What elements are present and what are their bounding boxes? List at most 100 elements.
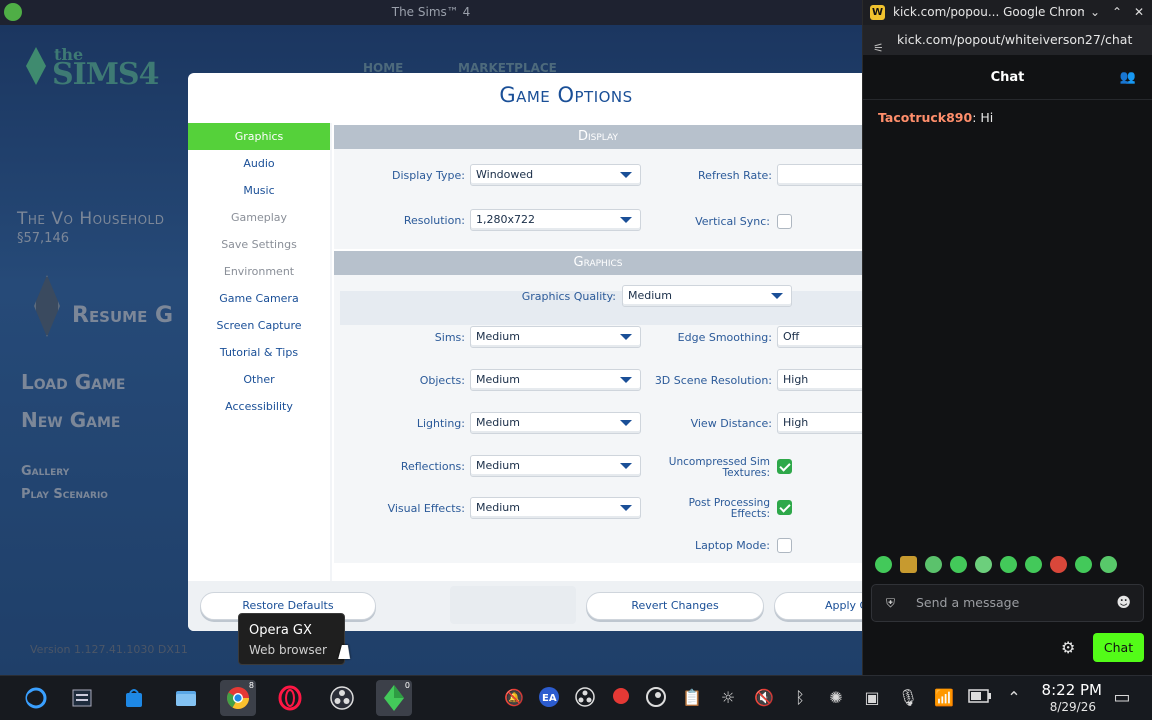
load-game-button[interactable]: Load Game [21,370,125,394]
scene-resolution-label: 3D Scene Resolution: [654,374,772,387]
maximize-icon[interactable]: ⌃ [1106,0,1128,25]
objects-value: Medium [476,373,520,386]
battery-icon[interactable] [968,686,992,710]
emote-bar [873,556,1143,576]
view-distance-dropdown[interactable]: High [777,412,862,434]
category-save-settings: Save Settings [221,238,297,251]
visual-effects-dropdown[interactable]: Medium [470,497,641,519]
emote-icon[interactable] [1100,556,1117,573]
microphone-icon[interactable]: 🎙 [896,686,920,710]
category-music[interactable]: Music [188,177,330,204]
gear-icon[interactable]: ⚙ [1061,638,1075,657]
objects-label: Objects: [419,374,465,387]
emote-icon[interactable] [900,556,917,573]
sd-card-icon[interactable]: ▣ [860,686,884,710]
svg-text:EA: EA [542,693,557,704]
category-game-camera[interactable]: Game Camera [188,285,330,312]
apply-changes-button[interactable]: Apply C [774,592,862,620]
revert-changes-button[interactable]: Revert Changes [586,592,764,620]
lighting-dropdown[interactable]: Medium [470,412,641,434]
laptop-mode-checkbox[interactable] [777,538,792,553]
file-manager-icon[interactable] [168,680,204,716]
clock-time[interactable]: 8:22 PM [1036,681,1102,699]
close-icon[interactable]: ✕ [1128,0,1150,25]
graphics-quality-dropdown[interactable]: Medium [622,285,792,307]
users-icon[interactable]: 👥 [1120,55,1136,100]
chevron-down-icon[interactable]: ⌄ [1084,0,1106,25]
category-other[interactable]: Other [188,366,330,393]
obs-tray-icon[interactable] [573,686,597,710]
category-audio[interactable]: Audio [188,150,330,177]
category-tutorial-tips[interactable]: Tutorial & Tips [188,339,330,366]
refresh-rate-dropdown[interactable] [777,164,862,186]
scene-resolution-dropdown[interactable]: High [777,369,862,391]
settings-app-icon[interactable] [64,680,100,716]
resume-game-button[interactable]: Resume G [72,303,173,328]
emote-icon[interactable] [925,556,942,573]
chat-username[interactable]: Tacotruck890 [878,110,972,125]
post-processing-checkbox[interactable] [777,500,792,515]
address-bar[interactable]: ⚟ kick.com/popout/whiteiverson27/chat [863,25,1152,55]
volume-muted-icon[interactable]: 🔇 [752,686,776,710]
reflections-dropdown[interactable]: Medium [470,455,641,477]
play-scenario-button[interactable]: Play Scenario [21,487,108,502]
category-accessibility[interactable]: Accessibility [188,393,330,420]
resume-plumbob-icon [34,275,60,337]
message-input[interactable]: ⛨ Send a message ☻ [871,584,1144,622]
emote-icon[interactable] [1075,556,1092,573]
emote-icon[interactable] [950,556,967,573]
gallery-button[interactable]: Gallery [21,464,69,479]
graphics-quality-value: Medium [628,289,672,302]
uncompressed-textures-label: Uncompressed Sim Textures: [668,456,770,479]
tooltip-subtitle: Web browser [249,643,327,657]
send-chat-button[interactable]: Chat [1093,633,1144,662]
site-favicon: W [870,5,885,20]
record-icon[interactable] [609,686,633,710]
edge-smoothing-dropdown[interactable]: Off [777,326,862,348]
steam-icon[interactable] [644,686,668,710]
start-icon[interactable] [18,680,54,716]
sims-dropdown[interactable]: Medium [470,326,641,348]
chevron-down-icon [620,377,632,383]
view-distance-value: High [783,416,809,429]
obs-icon[interactable] [324,680,360,716]
show-desktop-icon[interactable]: ▭ [1110,686,1134,710]
emoji-icon[interactable]: ☻ [1116,585,1131,621]
category-graphics[interactable]: Graphics [188,123,330,150]
visual-effects-value: Medium [476,501,520,514]
sims-taskbar-icon[interactable]: 0 [376,680,412,716]
clock-date[interactable]: 8/29/26 [1036,700,1096,714]
emote-icon[interactable] [1000,556,1017,573]
chrome-taskbar-icon[interactable]: 8 [220,680,256,716]
version-text: Version 1.127.41.1030 DX11 [30,643,188,656]
chevron-up-icon[interactable]: ⌃ [1002,686,1026,710]
brightness-icon[interactable]: ☼ [716,686,740,710]
wifi-icon[interactable]: 📶 [932,686,956,710]
chrome-titlebar: W kick.com/popou... Google Chrome ⌄ ⌃ ✕ [863,0,1152,25]
emote-icon[interactable] [1050,556,1067,573]
new-game-button[interactable]: New Game [21,408,120,432]
display-section-header: Display [334,125,862,149]
category-nav: Graphics Audio Music Gameplay Save Setti… [188,123,330,420]
uncompressed-textures-checkbox[interactable] [777,459,792,474]
plumbob-icon [26,47,46,85]
emote-icon[interactable] [1025,556,1042,573]
vsync-checkbox[interactable] [777,214,792,229]
category-screen-capture[interactable]: Screen Capture [188,312,330,339]
store-icon[interactable] [116,680,152,716]
dialog-title: Game Options [499,83,633,107]
display-type-dropdown[interactable]: Windowed [470,164,641,186]
objects-dropdown[interactable]: Medium [470,369,641,391]
ea-app-icon[interactable]: EA [537,686,561,710]
notifications-off-icon[interactable]: 🔕 [502,686,526,710]
view-distance-label: View Distance: [690,417,772,430]
chrome-badge: 8 [248,681,254,690]
opera-gx-icon[interactable] [272,680,308,716]
emote-icon[interactable] [875,556,892,573]
bluetooth-icon[interactable]: ᛒ [788,686,812,710]
night-light-icon[interactable]: ✺ [824,686,848,710]
clipboard-icon[interactable]: 📋 [680,686,704,710]
resolution-dropdown[interactable]: 1,280x722 [470,209,641,231]
household-funds: §57,146 [17,231,69,246]
emote-icon[interactable] [975,556,992,573]
